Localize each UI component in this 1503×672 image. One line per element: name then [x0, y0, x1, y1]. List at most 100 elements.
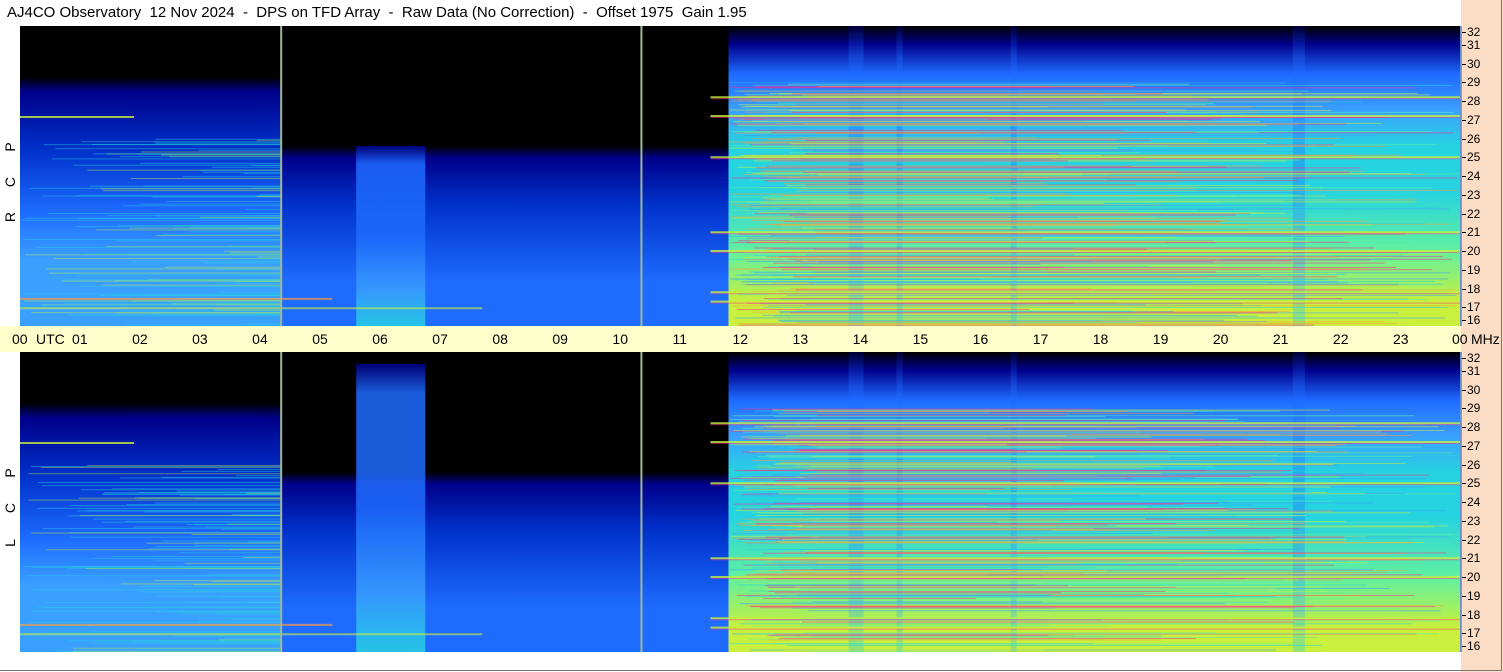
frequency-streak — [800, 159, 1051, 161]
frequency-streak — [766, 580, 1140, 582]
night-streak — [96, 229, 282, 231]
early-band — [20, 116, 135, 118]
night-streak — [198, 149, 282, 151]
frequency-streak — [755, 129, 1122, 131]
frequency-streak — [795, 211, 1347, 213]
frequency-streak — [816, 561, 1368, 563]
strong-frequency-line — [710, 559, 1460, 561]
frequency-streak — [804, 243, 1199, 245]
night-streak — [182, 176, 282, 178]
strong-frequency-line — [710, 482, 1460, 485]
frequency-tick-label: 27 — [1461, 438, 1481, 453]
night-streak — [176, 490, 282, 492]
time-tick-label: 22 — [1332, 331, 1349, 347]
strong-frequency-line — [710, 233, 1460, 235]
frequency-streak — [733, 305, 1457, 307]
night-streak — [188, 231, 282, 233]
frequency-tick-label: 24 — [1461, 169, 1481, 183]
night-streak — [217, 468, 282, 470]
time-tick-label: 00 — [1452, 331, 1468, 347]
frequency-streak — [807, 610, 1441, 612]
time-tick-label: 17 — [1032, 331, 1049, 347]
frequency-tick-label: 32 — [1461, 351, 1481, 365]
night-streak — [100, 188, 282, 190]
dark-segment — [281, 352, 741, 652]
frequency-streak — [770, 506, 988, 508]
strong-frequency-line — [710, 484, 1460, 486]
night-streak — [102, 521, 282, 523]
night-streak — [89, 185, 282, 187]
frequency-streak — [744, 542, 1414, 544]
polarization-letter: P — [2, 468, 18, 478]
frequency-streak — [763, 427, 1340, 429]
night-streak — [161, 477, 282, 479]
frequency-streak — [793, 216, 1079, 218]
frequency-streak — [751, 567, 1097, 569]
frequency-streak — [732, 196, 1235, 198]
night-streak — [215, 612, 282, 614]
frequency-streak — [763, 118, 988, 120]
night-streak — [75, 226, 282, 228]
night-streak — [24, 238, 282, 240]
night-streak — [47, 212, 282, 214]
frequency-streak — [729, 643, 1093, 645]
marker-line — [640, 26, 643, 326]
rcp-spectrogram — [20, 26, 1461, 326]
night-streak — [38, 607, 282, 609]
frequency-streak — [799, 200, 1284, 202]
night-streak — [72, 650, 282, 652]
frequency-tick-label: 20 — [1461, 244, 1481, 258]
frequency-streak — [749, 204, 1299, 206]
frequency-streak — [745, 632, 1382, 634]
noise-band — [356, 364, 426, 652]
frequency-streak — [767, 634, 1049, 636]
night-streak — [119, 156, 282, 158]
frequency-streak — [764, 180, 1298, 182]
night-streak — [103, 190, 282, 192]
frequency-streak — [809, 651, 1005, 652]
frequency-streak — [757, 512, 1411, 514]
strong-frequency-line — [710, 302, 1460, 304]
frequency-streak — [814, 282, 1269, 284]
frequency-streak — [759, 607, 1296, 609]
frequency-streak — [746, 549, 1085, 551]
early-band — [20, 297, 333, 300]
frequency-tick-label: 23 — [1461, 513, 1481, 528]
frequency-streak — [731, 162, 982, 164]
frequency-streak — [733, 238, 1246, 240]
strong-frequency-line — [710, 252, 1460, 253]
night-streak — [31, 312, 282, 314]
frequency-tick-label: 28 — [1461, 420, 1481, 434]
frequency-streak — [753, 255, 1403, 257]
frequency-streak — [733, 429, 1445, 431]
night-streak — [191, 534, 282, 536]
night-streak — [219, 638, 282, 640]
night-streak — [28, 499, 282, 501]
night-streak — [120, 310, 282, 312]
frequency-streak — [733, 469, 1207, 471]
night-streak — [243, 173, 282, 175]
early-band — [20, 623, 333, 626]
frequency-streak — [729, 187, 1434, 189]
night-streak — [102, 284, 282, 286]
frequency-streak — [790, 229, 1249, 231]
night-streak — [91, 642, 282, 644]
frequency-streak — [790, 312, 1278, 314]
frequency-streak — [789, 152, 1140, 154]
night-streak — [87, 510, 282, 512]
frequency-streak — [766, 455, 1279, 457]
frequency-streak — [736, 309, 1030, 311]
time-tick-label: 04 — [252, 331, 268, 347]
frequency-streak — [738, 491, 1312, 493]
night-streak — [86, 568, 282, 570]
frequency-streak — [746, 574, 1422, 576]
frequency-streak — [741, 408, 1094, 410]
frequency-streak — [782, 264, 1020, 266]
frequency-streak — [769, 90, 1235, 92]
night-streak — [75, 195, 282, 197]
frequency-streak — [812, 504, 1254, 506]
night-streak — [73, 164, 282, 166]
frequency-streak — [746, 452, 1168, 454]
night-streak — [76, 274, 282, 276]
frequency-streak — [752, 529, 1052, 531]
